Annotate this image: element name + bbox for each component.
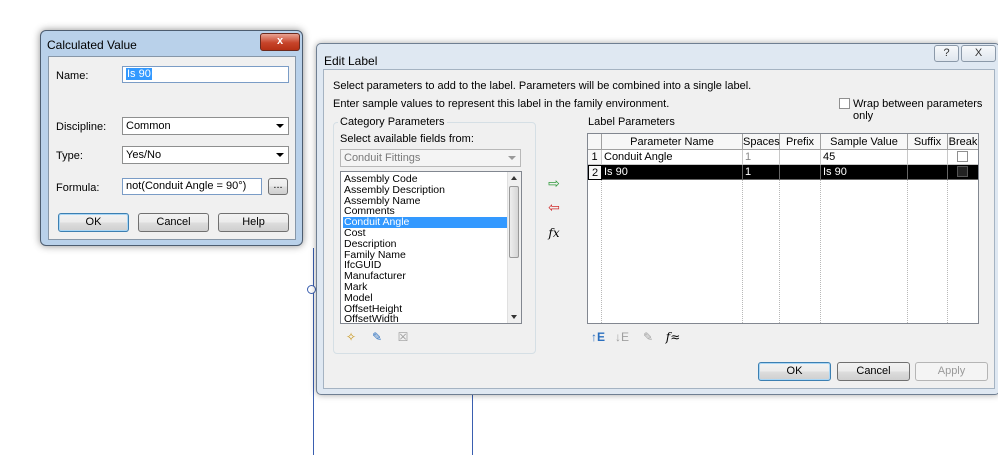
calculated-value-dialog: Calculated Value x Name: Is 90 Disciplin… <box>40 30 303 246</box>
apply-button[interactable]: Apply <box>915 362 988 381</box>
scroll-up-icon[interactable] <box>511 176 517 180</box>
ok-button[interactable]: OK <box>58 213 129 232</box>
remove-parameter-icon[interactable]: ⇦ <box>546 200 562 214</box>
dialog-title: Calculated Value <box>47 38 137 52</box>
row-number: 1 <box>588 150 602 165</box>
ok-button[interactable]: OK <box>758 362 831 381</box>
list-item[interactable]: Conduit Angle <box>343 217 507 229</box>
prefix-cell[interactable] <box>780 165 821 180</box>
category-value: Conduit Fittings <box>344 152 421 164</box>
available-fields-list[interactable]: Assembly Code Assembly Description Assembl… <box>340 171 522 324</box>
list-item[interactable]: OffsetWidth <box>343 314 507 323</box>
suffix-cell[interactable] <box>908 165 948 180</box>
cancel-button[interactable]: Cancel <box>837 362 910 381</box>
type-value: Yes/No <box>126 149 162 161</box>
discipline-label: Discipline: <box>56 121 107 133</box>
chevron-down-icon <box>276 124 284 128</box>
instruction-text: Select parameters to add to the label. P… <box>333 80 752 92</box>
dialog-body: Select parameters to add to the label. P… <box>323 69 995 389</box>
drawing-reference-line <box>472 393 473 455</box>
help-button[interactable]: Help <box>218 213 289 232</box>
column-header[interactable]: Parameter Name <box>602 134 743 150</box>
formula-label: Formula: <box>56 182 100 194</box>
edit-label-dialog: Edit Label ? X Select parameters to add … <box>316 43 998 395</box>
column-header[interactable]: Break <box>948 134 978 150</box>
prefix-cell[interactable] <box>780 150 821 165</box>
dialog-body: Name: Is 90 Discipline: Common Type: Yes… <box>48 56 296 240</box>
formula-browse-button[interactable]: ... <box>268 178 288 195</box>
parameter-name-cell[interactable]: Is 90 <box>602 165 743 180</box>
drawing-reference-line <box>313 248 314 455</box>
column-header[interactable]: Suffix <box>908 134 948 150</box>
grip-handle[interactable] <box>307 285 316 294</box>
move-up-icon[interactable]: ↑E <box>590 330 606 344</box>
column-header[interactable]: Sample Value <box>821 134 908 150</box>
new-parameter-icon[interactable]: ✧ <box>343 330 359 344</box>
wrap-label: Wrap between parameters only <box>853 98 983 122</box>
instruction-text: Enter sample values to represent this la… <box>333 98 670 110</box>
name-input-value: Is 90 <box>126 68 152 80</box>
formula-input[interactable]: not(Conduit Angle = 90°) <box>122 178 262 195</box>
discipline-select[interactable]: Common <box>122 117 289 135</box>
break-checkbox[interactable] <box>957 151 968 162</box>
column-header[interactable]: Prefix <box>780 134 821 150</box>
scroll-down-icon[interactable] <box>511 315 517 319</box>
name-input[interactable]: Is 90 <box>122 66 289 83</box>
wrap-checkbox[interactable] <box>839 98 850 109</box>
add-parameter-icon[interactable]: ⇨ <box>546 176 562 190</box>
list-item[interactable]: Manufacturer <box>343 271 507 282</box>
category-select[interactable]: Conduit Fittings <box>340 149 521 167</box>
formula-icon[interactable]: fx <box>546 226 562 240</box>
discipline-value: Common <box>126 120 171 132</box>
type-select[interactable]: Yes/No <box>122 146 289 164</box>
group-label: Label Parameters <box>586 116 677 128</box>
list-scrollbar[interactable] <box>507 172 521 323</box>
sample-value-cell[interactable]: Is 90 <box>821 165 908 180</box>
close-button[interactable]: X <box>961 45 996 62</box>
group-label: Category Parameters <box>338 116 447 128</box>
cancel-button[interactable]: Cancel <box>138 213 209 232</box>
spaces-cell[interactable]: 1 <box>743 165 780 180</box>
move-down-icon[interactable]: ↓E <box>614 330 630 344</box>
break-cell[interactable] <box>948 150 978 165</box>
delete-parameter-icon[interactable]: ☒ <box>395 330 411 344</box>
column-header[interactable]: Spaces <box>743 134 780 150</box>
select-fields-label: Select available fields from: <box>340 133 474 145</box>
label-parameters-grid[interactable]: Parameter Name Spaces Prefix Sample Valu… <box>587 133 979 324</box>
dialog-title: Edit Label <box>324 54 378 68</box>
name-label: Name: <box>56 70 89 82</box>
break-checkbox[interactable] <box>957 166 968 177</box>
chevron-down-icon <box>276 153 284 157</box>
sample-value-cell[interactable]: 45 <box>821 150 908 165</box>
close-button[interactable]: x <box>260 33 300 51</box>
type-label: Type: <box>56 150 83 162</box>
suffix-cell[interactable] <box>908 150 948 165</box>
chevron-down-icon <box>508 156 516 160</box>
edit-parameter-icon[interactable]: ✎ <box>369 330 385 344</box>
spaces-cell[interactable]: 1 <box>743 150 780 165</box>
formula-edit-icon[interactable]: f≈ <box>664 330 682 344</box>
break-cell[interactable] <box>948 165 978 180</box>
column-header <box>588 134 602 150</box>
row-number: 2 <box>588 165 602 180</box>
scroll-thumb[interactable] <box>509 186 519 258</box>
parameter-name-cell[interactable]: Conduit Angle <box>602 150 743 165</box>
edit-label-parameter-icon[interactable]: ✎ <box>640 330 656 344</box>
help-button[interactable]: ? <box>934 45 959 62</box>
